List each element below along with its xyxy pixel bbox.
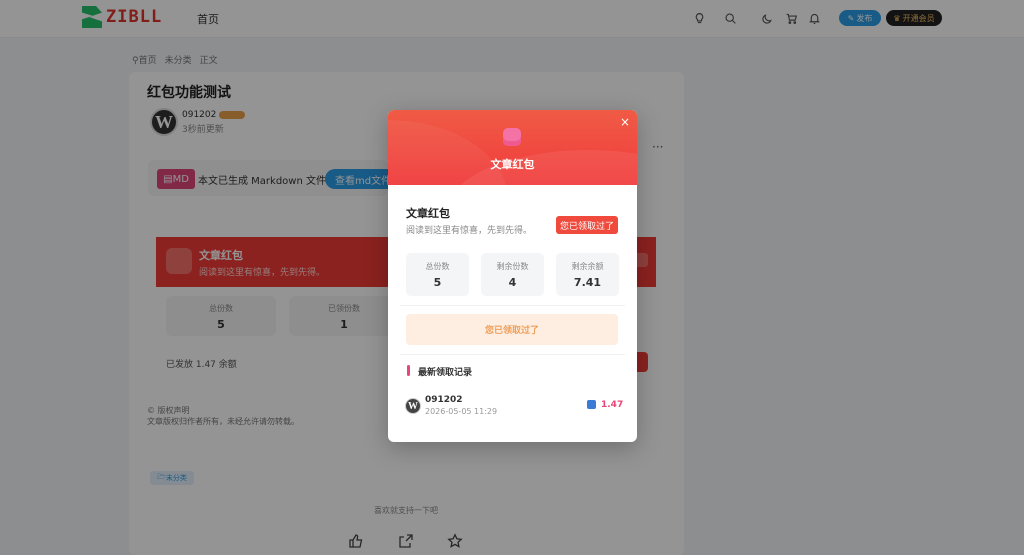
modal-header: × 文章红包 xyxy=(388,110,637,185)
record-amount: 1.47 xyxy=(601,400,624,410)
claimed-button[interactable]: 您已领取过了 xyxy=(556,216,618,234)
record-avatar[interactable]: W xyxy=(405,398,421,414)
section-marker xyxy=(407,365,410,376)
divider xyxy=(400,354,625,355)
stat-label: 剩余余额 xyxy=(571,262,604,271)
modal-subtitle: 阅读到这里有惊喜，先到先得。 xyxy=(406,226,533,236)
balance-icon xyxy=(587,400,596,409)
stat-label: 剩余份数 xyxy=(496,262,529,271)
modal-header-title: 文章红包 xyxy=(490,158,535,171)
records-title: 最新领取记录 xyxy=(418,368,473,378)
stat-label: 总份数 xyxy=(425,262,450,271)
divider xyxy=(400,305,625,306)
stat-value: 4 xyxy=(508,276,517,289)
stat-remaining-count: 剩余份数 4 xyxy=(481,253,544,296)
stat-value: 7.41 xyxy=(573,276,602,289)
close-icon[interactable]: × xyxy=(619,116,631,128)
claim-status-bar[interactable]: 您已领取过了 xyxy=(406,314,618,345)
record-time: 2026-05-05 11:29 xyxy=(425,407,498,416)
modal-title: 文章红包 xyxy=(406,207,450,220)
redpacket-modal: × 文章红包 文章红包 阅读到这里有惊喜，先到先得。 您已领取过了 总份数 5 … xyxy=(388,110,637,442)
stat-value: 5 xyxy=(433,276,442,289)
stat-remaining-balance: 剩余余额 7.41 xyxy=(556,253,619,296)
record-name[interactable]: 091202 xyxy=(425,395,463,405)
redpacket-icon xyxy=(503,128,521,146)
stat-total: 总份数 5 xyxy=(406,253,469,296)
